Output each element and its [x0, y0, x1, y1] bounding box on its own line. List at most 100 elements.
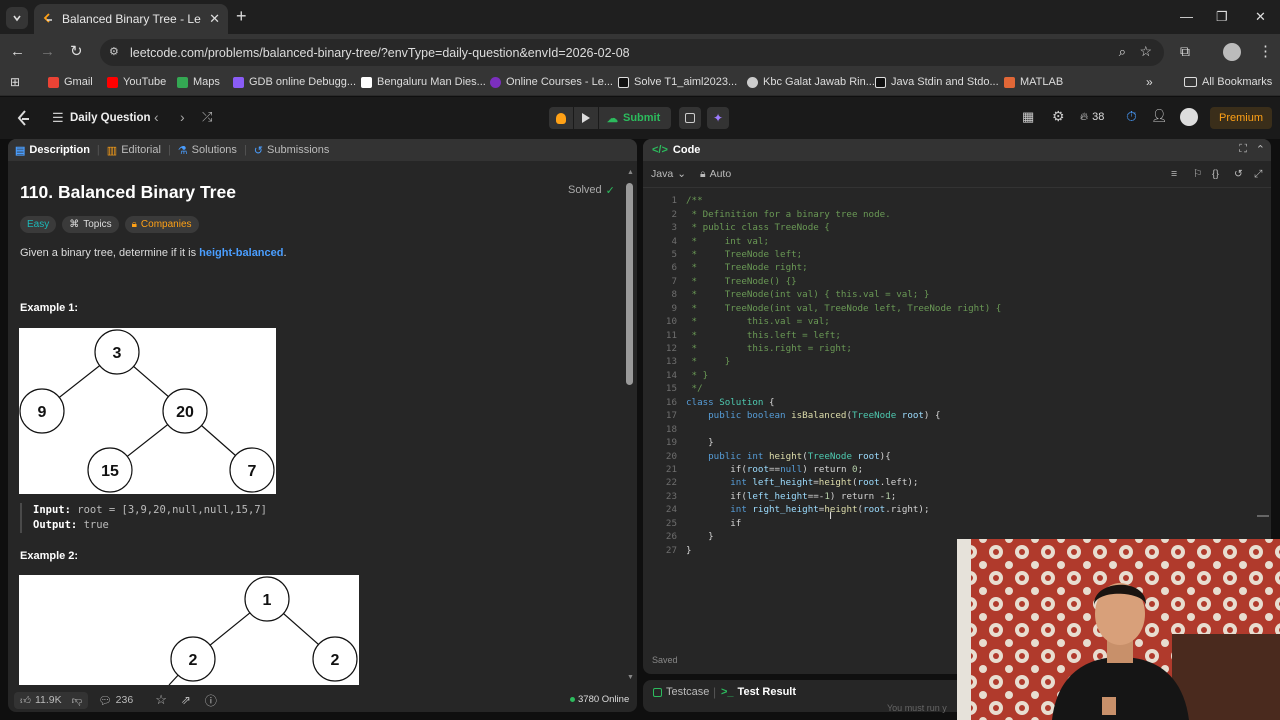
streak-counter[interactable]: 🔥︎ 38 [1080, 111, 1104, 124]
chrome-menu-icon[interactable]: ⋮ [1258, 42, 1273, 60]
collapse-icon[interactable]: ⌃ [1256, 143, 1265, 156]
code-line[interactable]: 10 * this.val = val; [643, 315, 1271, 328]
close-window-button[interactable]: ✕ [1255, 9, 1266, 25]
bookmark-online-courses[interactable]: Online Courses - Le... [490, 76, 613, 88]
code-line[interactable]: 25 if [643, 517, 1271, 530]
like-button[interactable]: 👍︎ 11.9K 👎︎ [14, 691, 89, 709]
back-arrow-icon[interactable]: ← [10, 43, 25, 60]
tab-submissions[interactable]: ↺ Submissions [247, 139, 337, 161]
debug-button[interactable] [549, 107, 573, 129]
code-line[interactable]: 8 * TreeNode(int val) { this.val = val; … [643, 288, 1271, 301]
zoom-search-icon[interactable]: ⌕ [1119, 44, 1126, 60]
code-line[interactable]: 22 int left_height=height(root.left); [643, 476, 1271, 489]
code-line[interactable]: 5 * TreeNode left; [643, 248, 1271, 261]
scrollbar-thumb[interactable] [626, 183, 633, 385]
code-line[interactable]: 4 * int val; [643, 234, 1271, 247]
code-line[interactable]: 17 public boolean isBalanced(TreeNode ro… [643, 409, 1271, 422]
tab-search-button[interactable] [6, 7, 28, 29]
bookmark-maps[interactable]: Maps [177, 76, 220, 88]
expand-icon[interactable]: ⤢ [1254, 168, 1262, 181]
reset-icon[interactable]: ↺ [1234, 168, 1243, 180]
minimize-button[interactable]: — [1180, 9, 1193, 24]
code-line[interactable]: 18 [643, 422, 1271, 435]
bookmark-bengaluru[interactable]: Bengaluru Man Dies... [361, 76, 486, 88]
problem-list-icon[interactable]: ☰ [52, 110, 64, 126]
editor-scrollbar[interactable] [1257, 515, 1269, 517]
code-line[interactable]: 13 * } [643, 355, 1271, 368]
tab-editorial[interactable]: ▥ Editorial [100, 139, 168, 161]
code-line[interactable]: 24 int right_height=height(root.right); [643, 503, 1271, 516]
forward-arrow-icon[interactable]: → [40, 43, 55, 60]
bookmark-star-icon[interactable]: ☆ [1139, 43, 1152, 60]
user-avatar[interactable] [1180, 108, 1198, 126]
auto-toggle[interactable]: 🔒︎ Auto [700, 168, 731, 181]
code-line[interactable]: 11 * this.left = left; [643, 328, 1271, 341]
tab-solutions[interactable]: ⚗ Solutions [171, 139, 244, 161]
code-line[interactable]: 21 if(root==null) return 0; [643, 463, 1271, 476]
code-line[interactable]: 19 } [643, 436, 1271, 449]
add-friend-icon[interactable]: 👤︎ [1151, 108, 1168, 124]
layout-icon[interactable]: ▦ [1022, 109, 1034, 125]
shuffle-icon[interactable]: ⤮ [202, 109, 212, 125]
code-line[interactable]: 15 */ [643, 382, 1271, 395]
code-line[interactable]: 12 * this.right = right; [643, 342, 1271, 355]
topics-tag[interactable]: ⌘ Topics [62, 216, 119, 233]
format-icon[interactable]: ≡ [1171, 168, 1177, 180]
help-icon[interactable]: ⓘ [205, 692, 217, 709]
code-line[interactable]: 14 * } [643, 369, 1271, 382]
leetcode-logo-icon[interactable] [16, 110, 30, 126]
profile-avatar[interactable] [1223, 43, 1241, 61]
close-tab-icon[interactable]: ✕ [209, 11, 220, 27]
code-line[interactable]: 20 public int height(TreeNode root){ [643, 449, 1271, 462]
height-balanced-link[interactable]: height-balanced [199, 247, 283, 259]
new-tab-button[interactable]: + [236, 6, 247, 27]
ai-assist-button[interactable]: ✦ [707, 107, 729, 129]
fullscreen-icon[interactable]: ⛶ [1239, 143, 1247, 156]
maximize-button[interactable]: ❐ [1216, 9, 1228, 25]
extensions-icon[interactable]: ⧉ [1180, 43, 1190, 60]
address-bar[interactable]: ⚙ leetcode.com/problems/balanced-binary-… [100, 39, 1164, 66]
bookmark-java-stdin[interactable]: Java Stdin and Stdo... [875, 76, 999, 88]
thumbs-down-icon[interactable]: 👎︎ [72, 694, 83, 707]
bookmark-gdb[interactable]: GDB online Debugg... [233, 76, 356, 88]
bookmark-gmail[interactable]: Gmail [48, 76, 93, 88]
site-info-icon[interactable]: ⚙ [109, 45, 119, 58]
apps-grid-icon[interactable]: ⊞ [10, 75, 20, 89]
description-scrollbar[interactable]: ▲ ▼ [626, 169, 634, 684]
submit-button[interactable]: ☁ Submit [599, 107, 671, 129]
prev-problem-icon[interactable]: ‹ [154, 109, 159, 125]
comments-button[interactable]: 💬︎ 236 [98, 694, 133, 707]
premium-button[interactable]: Premium [1210, 107, 1272, 129]
tab-testcase[interactable]: Testcase [653, 686, 709, 698]
code-line[interactable]: 1 /** [643, 194, 1271, 207]
next-problem-icon[interactable]: › [180, 109, 185, 125]
code-line[interactable]: 3 * public class TreeNode { [643, 221, 1271, 234]
code-line[interactable]: 2 * Definition for a binary tree node. [643, 207, 1271, 220]
bookmark-kbc[interactable]: Kbc Galat Jawab Rin... [747, 76, 875, 88]
braces-icon[interactable]: {} [1212, 168, 1219, 180]
run-button[interactable] [574, 107, 598, 129]
settings-gear-icon[interactable]: ⚙ [1052, 108, 1065, 125]
code-line[interactable]: 6 * TreeNode right; [643, 261, 1271, 274]
bookmark-solve[interactable]: Solve T1_aiml2023... [618, 76, 737, 88]
notes-button[interactable] [679, 107, 701, 129]
bookmark-icon[interactable]: ⚐ [1193, 168, 1202, 180]
tab-description[interactable]: ▤ Description [8, 139, 97, 161]
code-line[interactable]: 7 * TreeNode() {} [643, 275, 1271, 288]
more-bookmarks-icon[interactable]: » [1146, 75, 1153, 89]
code-line[interactable]: 16 class Solution { [643, 396, 1271, 409]
code-line[interactable]: 23 if(left_height==-1) return -1; [643, 490, 1271, 503]
code-line[interactable]: 9 * TreeNode(int val, TreeNode left, Tre… [643, 302, 1271, 315]
code-editor[interactable]: 1/** 2 * Definition for a binary tree nod… [643, 194, 1271, 557]
share-icon[interactable]: ⇗ [181, 693, 191, 707]
daily-question-link[interactable]: Daily Question [70, 112, 151, 124]
timer-icon[interactable]: ⏱ [1126, 108, 1137, 125]
browser-tab-active[interactable]: Balanced Binary Tree - LeetCode ✕ [34, 4, 228, 34]
companies-tag[interactable]: 🔒︎ Companies [124, 216, 199, 233]
bookmark-matlab[interactable]: MATLAB [1004, 76, 1063, 88]
reload-icon[interactable]: ↻ [70, 42, 83, 60]
all-bookmarks[interactable]: All Bookmarks [1184, 76, 1272, 88]
language-select[interactable]: Java ⌄ [651, 168, 686, 180]
difficulty-badge[interactable]: Easy [20, 216, 57, 233]
favorite-star-icon[interactable]: ☆ [155, 692, 167, 708]
